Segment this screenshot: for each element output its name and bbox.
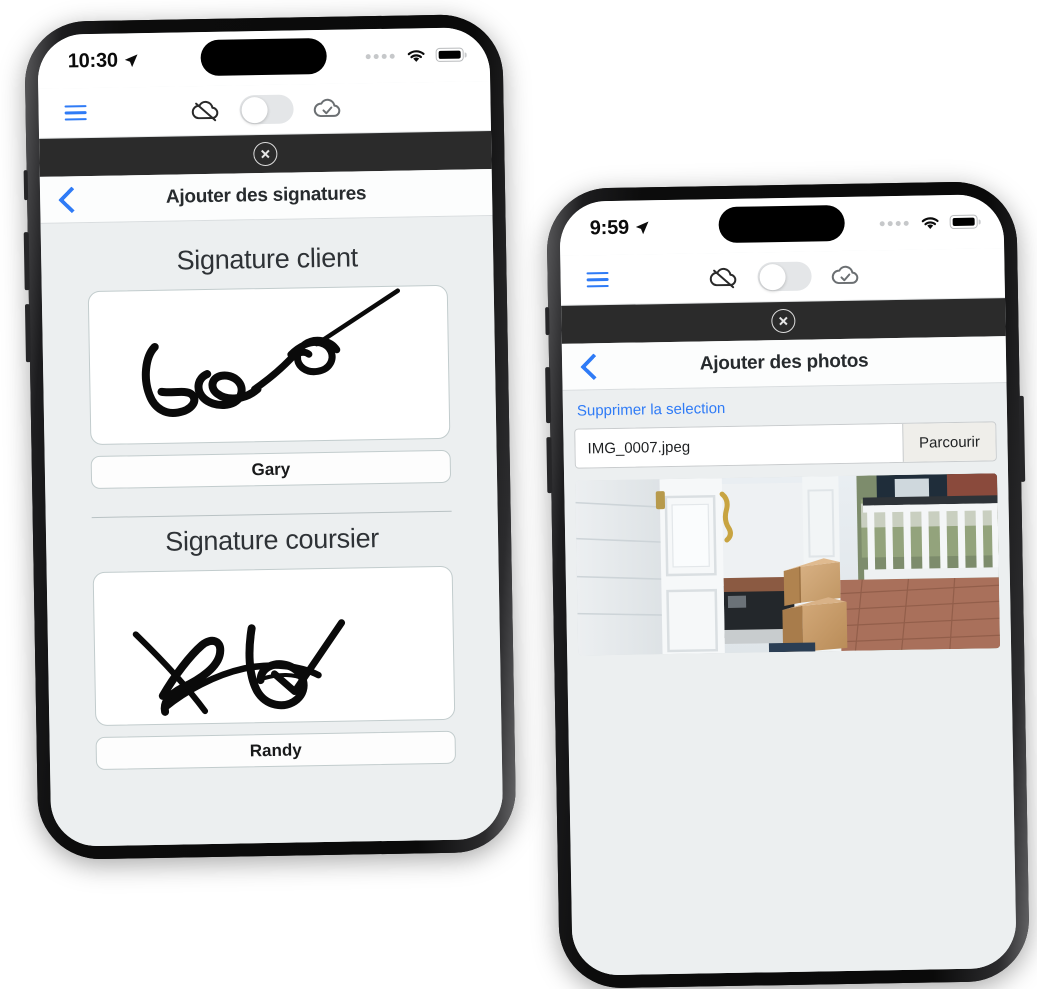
client-signature-drawing — [141, 288, 401, 417]
cloud-check-icon[interactable] — [311, 95, 343, 122]
section-title-courier: Signature coursier — [165, 523, 380, 558]
sync-controls-left — [86, 91, 490, 127]
location-arrow-icon — [636, 220, 649, 234]
photo-page: Supprimer la selection IMG_0007.jpeg Par… — [562, 383, 1017, 976]
status-icons-group-right — [879, 214, 978, 231]
volume-down-button-left[interactable] — [24, 304, 31, 363]
sync-toggle-switch[interactable] — [757, 261, 812, 292]
mute-switch-left[interactable] — [23, 170, 29, 201]
status-time-group: 10:30 — [68, 49, 141, 73]
screen-left: 10:30 Ajouter des signatures Signature c… — [37, 27, 504, 847]
sync-controls-right — [608, 258, 1004, 294]
signature-pad-courier[interactable] — [92, 566, 456, 727]
section-divider — [91, 510, 452, 519]
status-bar-left: 10:30 — [37, 27, 491, 89]
nav-bar-right: Ajouter des photos — [561, 336, 1007, 391]
cellular-dots-icon — [879, 220, 909, 226]
signature-section-client: Signature client Gary — [41, 240, 497, 490]
wifi-icon — [921, 216, 939, 229]
status-time-right: 9:59 — [589, 216, 630, 239]
photo-preview[interactable] — [575, 473, 1001, 656]
nav-bar-left: Ajouter des signatures — [39, 169, 493, 224]
status-icons-group — [365, 47, 464, 64]
status-time: 10:30 — [67, 49, 119, 72]
front-door-packages-photo — [575, 473, 1001, 656]
chevron-left-icon[interactable] — [58, 185, 86, 213]
signature-pad-client[interactable] — [87, 284, 451, 446]
phone-device-right: 9:59 Ajouter des photos Supprimer la sel… — [545, 180, 1030, 989]
volume-down-button-right[interactable] — [546, 437, 553, 494]
cloud-check-icon[interactable] — [829, 262, 861, 289]
photo-spacer — [567, 648, 1017, 976]
cloud-off-icon[interactable] — [707, 264, 739, 291]
signature-page: Signature client Gary Signature coursier… — [40, 216, 504, 847]
browse-button[interactable]: Parcourir — [902, 422, 996, 462]
battery-full-icon — [949, 214, 978, 230]
page-title-right: Ajouter des photos — [699, 350, 869, 375]
sync-toggle-switch[interactable] — [239, 94, 294, 125]
location-arrow-icon — [124, 53, 138, 67]
status-bar-right: 9:59 — [559, 194, 1005, 256]
app-toolbar-left — [38, 81, 492, 139]
courier-signature-drawing — [132, 619, 346, 717]
volume-up-button-left[interactable] — [23, 232, 30, 291]
dynamic-island — [200, 37, 327, 77]
hamburger-menu-icon[interactable] — [586, 271, 609, 288]
selected-file-name[interactable]: IMG_0007.jpeg — [575, 423, 903, 468]
hamburger-menu-icon[interactable] — [64, 104, 87, 121]
file-picker-row: IMG_0007.jpeg Parcourir — [574, 421, 997, 469]
close-circle-icon[interactable] — [771, 308, 796, 334]
volume-up-button-right[interactable] — [545, 367, 552, 424]
screen-right: 9:59 Ajouter des photos Supprimer la sel… — [559, 194, 1017, 976]
signature-name-client[interactable]: Gary — [90, 449, 452, 490]
app-toolbar-right — [560, 248, 1006, 306]
page-title-left: Ajouter des signatures — [165, 183, 367, 208]
close-circle-icon[interactable] — [253, 141, 278, 167]
cellular-dots-icon — [365, 53, 395, 59]
dynamic-island-right — [718, 204, 845, 244]
section-title-client: Signature client — [176, 242, 359, 276]
power-button-right[interactable] — [1018, 395, 1026, 482]
cloud-off-icon[interactable] — [189, 97, 221, 124]
signature-name-courier[interactable]: Randy — [95, 731, 457, 771]
phone-device-left: 10:30 Ajouter des signatures Signature c… — [23, 13, 517, 861]
mute-switch-right[interactable] — [545, 307, 550, 336]
signature-section-courier: Signature coursier Randy — [46, 521, 502, 771]
status-time-group-right: 9:59 — [590, 216, 652, 240]
battery-full-icon — [435, 47, 464, 62]
chevron-left-icon[interactable] — [580, 352, 608, 380]
wifi-icon — [407, 49, 425, 62]
